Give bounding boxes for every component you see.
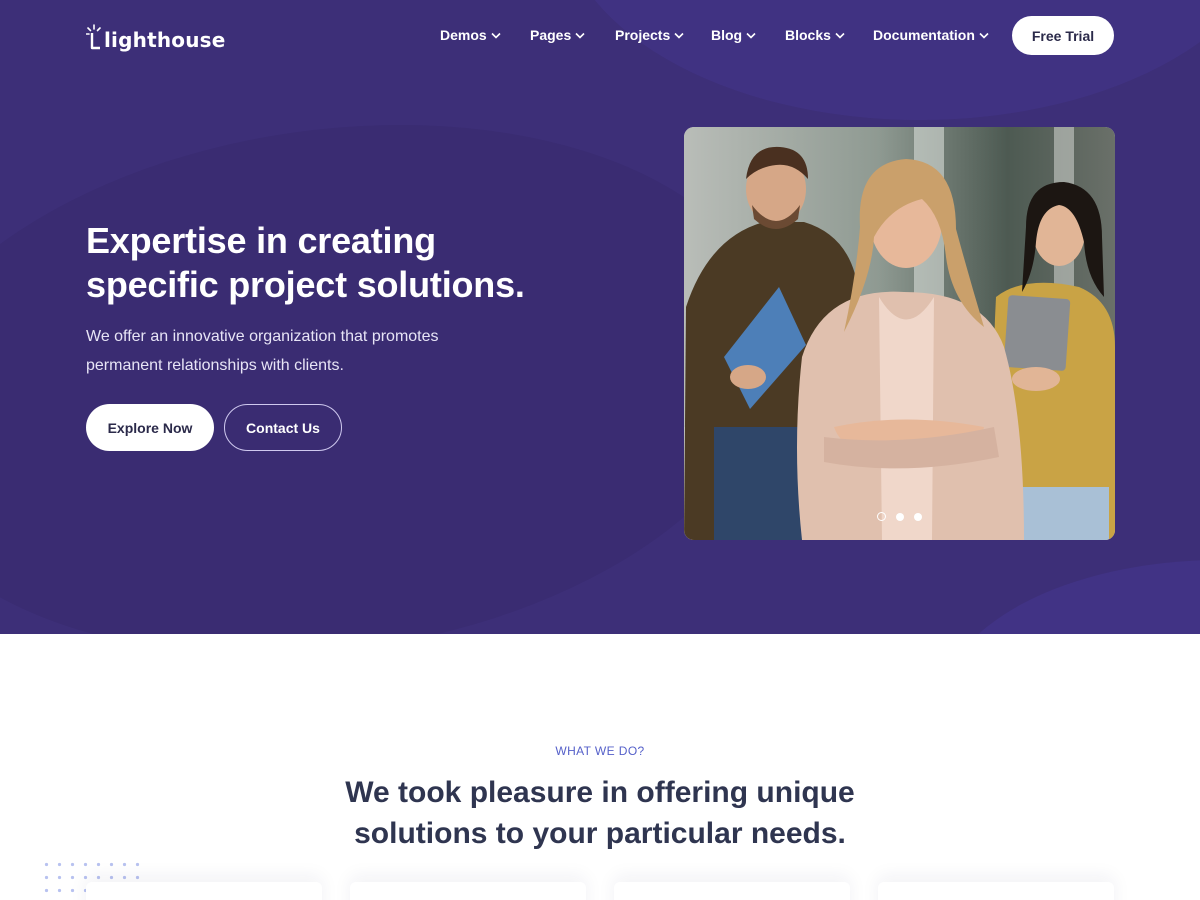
nav-item-projects[interactable]: Projects: [615, 27, 684, 43]
hero-title: Expertise in creating specific project s…: [86, 219, 566, 307]
nav-item-blog[interactable]: Blog: [711, 27, 756, 43]
nav-item-documentation[interactable]: Documentation: [873, 27, 989, 43]
hero-subtitle: We offer an innovative organization that…: [86, 322, 526, 380]
hero-title-line: Expertise in creating: [86, 220, 436, 261]
contact-us-button[interactable]: Contact Us: [224, 404, 342, 451]
slider-dot[interactable]: [914, 512, 922, 521]
service-card[interactable]: [614, 882, 850, 900]
section-eyebrow: WHAT WE DO?: [555, 744, 645, 758]
lighthouse-logo-icon: [86, 24, 102, 52]
lighthouse-logo[interactable]: lighthouse: [86, 20, 226, 52]
hero-background-shape: [940, 560, 1200, 634]
section-title-line: solutions to your particular needs.: [354, 817, 846, 850]
chevron-down-icon: [491, 32, 501, 39]
chevron-down-icon: [674, 32, 684, 39]
chevron-down-icon: [746, 32, 756, 39]
nav-item-label: Pages: [530, 27, 572, 43]
nav-item-label: Projects: [615, 27, 671, 43]
chevron-down-icon: [835, 32, 845, 39]
nav-item-label: Documentation: [873, 27, 975, 43]
service-card[interactable]: [878, 882, 1114, 900]
nav-item-label: Blog: [711, 27, 743, 43]
hero-subtitle-line: We offer an innovative organization that…: [86, 328, 439, 345]
slider-dot[interactable]: [896, 512, 904, 521]
section-title: We took pleasure in offering unique solu…: [300, 772, 900, 854]
hero-subtitle-line: permanent relationships with clients.: [86, 357, 344, 374]
service-card[interactable]: [86, 882, 322, 900]
free-trial-button[interactable]: Free Trial: [1012, 16, 1114, 55]
explore-now-button[interactable]: Explore Now: [86, 404, 214, 451]
service-card[interactable]: [350, 882, 586, 900]
slider-dot[interactable]: [877, 512, 886, 521]
nav-item-demos[interactable]: Demos: [440, 27, 501, 43]
hero-title-line: specific project solutions.: [86, 264, 525, 305]
chevron-down-icon: [979, 32, 989, 39]
nav-item-pages[interactable]: Pages: [530, 27, 585, 43]
logo-wordmark: lighthouse: [104, 28, 226, 52]
hero-team-photo: [684, 127, 1115, 540]
section-title-line: We took pleasure in offering unique: [345, 776, 855, 809]
nav-item-label: Blocks: [785, 27, 831, 43]
hero-slider-dots: [877, 512, 932, 521]
nav-item-blocks[interactable]: Blocks: [785, 27, 845, 43]
nav-item-label: Demos: [440, 27, 487, 43]
chevron-down-icon: [575, 32, 585, 39]
hero-section: lighthouse Demos Pages Projects Blog Blo…: [0, 0, 1200, 634]
service-cards-row: [86, 882, 1116, 900]
